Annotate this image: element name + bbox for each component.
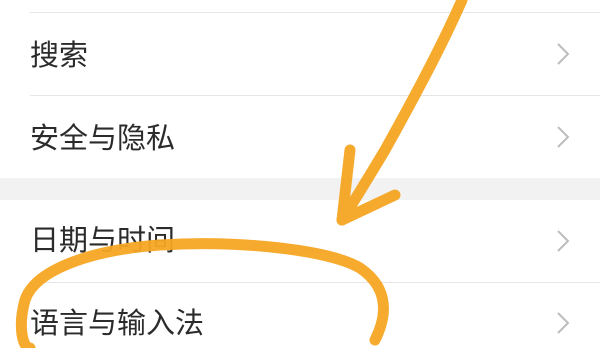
settings-item-date-time[interactable]: 日期与时间: [0, 200, 600, 282]
settings-item-search[interactable]: 搜索: [0, 13, 600, 95]
settings-item-label: 安全与隐私: [30, 121, 176, 155]
chevron-right-icon: [557, 230, 570, 252]
settings-item-label: 语言与输入法: [30, 306, 205, 340]
settings-item-security-privacy[interactable]: 安全与隐私: [0, 96, 600, 178]
chevron-right-icon: [557, 126, 570, 148]
chevron-right-icon: [557, 43, 570, 65]
chevron-right-icon: [557, 312, 570, 334]
settings-item-language-input[interactable]: 语言与输入法: [0, 283, 600, 348]
settings-item-label: 日期与时间: [30, 223, 176, 257]
section-separator: [0, 178, 600, 200]
settings-item-label: 搜索: [30, 38, 89, 72]
